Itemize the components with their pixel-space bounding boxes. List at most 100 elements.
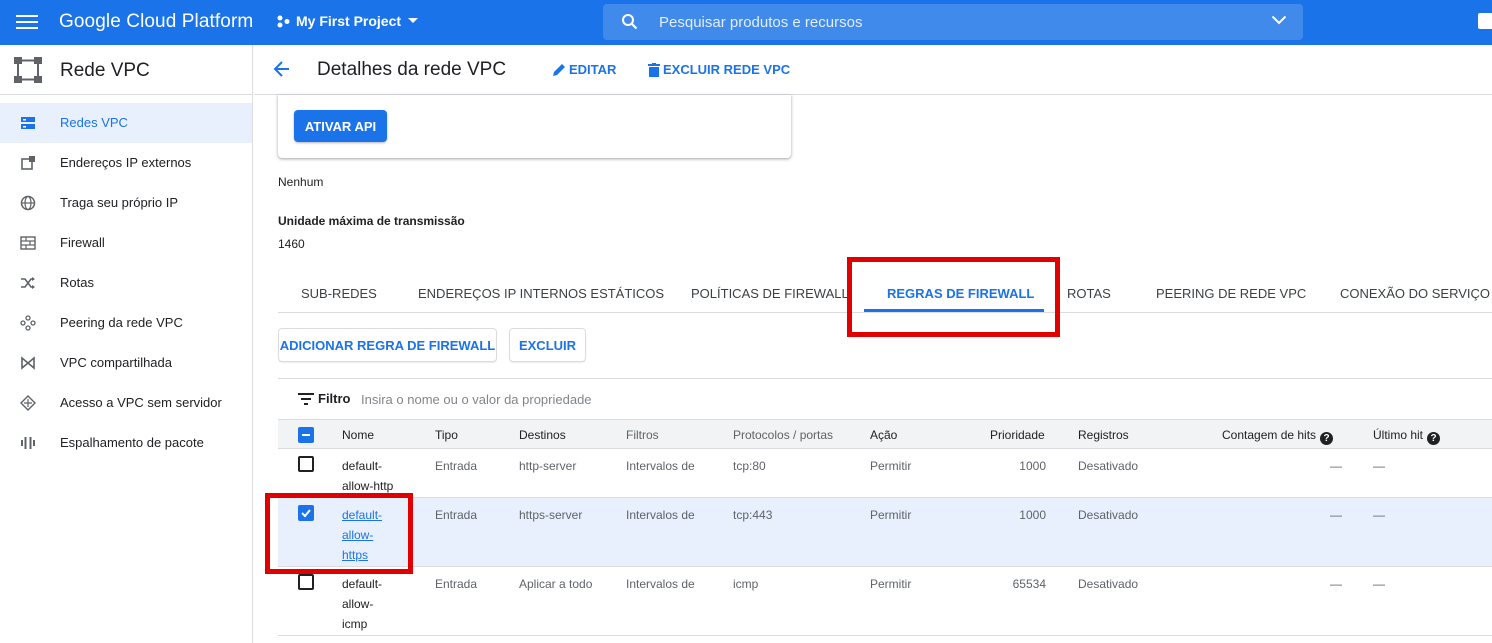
delete-vpc-button-label: EXCLUIR REDE VPC	[663, 62, 791, 77]
search-input[interactable]	[659, 12, 1219, 32]
edit-button[interactable]: EDITAR	[552, 62, 616, 77]
sidebar-item-label: Espalhamento de pacote	[60, 435, 204, 450]
rule-logs: Desativado	[1078, 459, 1139, 473]
packet-mirroring-icon	[21, 437, 35, 449]
header-type[interactable]: Tipo	[435, 428, 458, 442]
project-selector[interactable]: My First Project	[276, 13, 419, 29]
rule-hit-count: —	[1330, 577, 1342, 591]
sidebar-title: Rede VPC	[60, 60, 150, 81]
rule-name[interactable]: default-allow-icmp	[342, 574, 392, 634]
table-row[interactable]: default-allow-icmp Entrada Aplicar a tod…	[278, 567, 1492, 636]
delete-button[interactable]: EXCLUIR	[509, 328, 586, 362]
header-logs[interactable]: Registros	[1078, 428, 1129, 442]
row-checkbox[interactable]	[298, 574, 314, 590]
rule-protocols: tcp:443	[733, 508, 773, 522]
mtu-value: 1460	[278, 237, 305, 251]
rule-type: Entrada	[435, 459, 478, 473]
header-protocols[interactable]: Protocolos / portas	[733, 428, 833, 442]
sidebar: Rede VPC Redes VPC Endereços IP externos…	[0, 45, 253, 643]
tab-firewall-policies[interactable]: POLÍTICAS DE FIREWALL	[691, 286, 849, 301]
select-all-checkbox[interactable]	[298, 427, 314, 443]
filter-label: Filtro	[318, 391, 351, 406]
help-icon[interactable]: ?	[1320, 432, 1334, 445]
external-ip-icon	[21, 156, 35, 170]
sidebar-item-label: Redes VPC	[60, 115, 128, 130]
page-title: Detalhes da rede VPC	[317, 59, 507, 80]
rule-filters: Intervalos de	[626, 508, 695, 522]
table-header: Nome Tipo Destinos Filtros Protocolos / …	[278, 419, 1492, 449]
highlight-box-row	[265, 493, 413, 574]
rule-priority: 65534	[1012, 577, 1046, 591]
hamburger-menu-icon[interactable]	[16, 12, 38, 32]
header-targets[interactable]: Destinos	[519, 428, 566, 442]
pencil-icon	[553, 63, 565, 76]
rule-priority: 1000	[1019, 459, 1046, 473]
search-bar[interactable]	[603, 4, 1303, 40]
cloud-shell-icon[interactable]	[1478, 13, 1492, 29]
rule-hit-count: —	[1330, 459, 1342, 473]
rule-filters: Intervalos de	[626, 577, 695, 591]
header-action[interactable]: Ação	[870, 428, 897, 442]
rule-targets: Aplicar a todo	[519, 577, 593, 591]
vpc-networks-icon	[21, 117, 35, 129]
sidebar-item-external-ip[interactable]: Endereços IP externos	[0, 143, 252, 183]
dropdown-arrow-icon	[408, 18, 419, 23]
header-name[interactable]: Nome	[342, 428, 374, 442]
filter-input[interactable]	[361, 390, 761, 408]
rule-action: Permitir	[870, 508, 912, 522]
rule-logs: Desativado	[1078, 508, 1139, 522]
sidebar-item-label: Traga seu próprio IP	[60, 195, 179, 210]
table-row[interactable]: default-allow-https Entrada https-server…	[278, 498, 1492, 567]
header-last-hit[interactable]: Último hit?	[1373, 428, 1441, 445]
sidebar-item-label: Firewall	[60, 235, 105, 250]
sidebar-item-packet-mirroring[interactable]: Espalhamento de pacote	[0, 423, 252, 463]
none-value: Nenhum	[278, 175, 324, 189]
sidebar-item-label: Rotas	[60, 275, 94, 290]
chevron-down-icon[interactable]	[1271, 15, 1287, 25]
rule-last-hit: —	[1373, 459, 1385, 473]
rule-name[interactable]: default-allow-http	[342, 456, 412, 496]
row-checkbox[interactable]	[298, 456, 314, 472]
header-filters[interactable]: Filtros	[626, 428, 659, 442]
tab-private-service-connection[interactable]: CONEXÃO DO SERVIÇO PA	[1340, 286, 1492, 301]
sidebar-item-label: Peering da rede VPC	[60, 315, 183, 330]
highlight-box-tab	[847, 257, 1060, 337]
back-arrow-icon[interactable]	[272, 59, 292, 79]
sidebar-item-vpc-peering[interactable]: Peering da rede VPC	[0, 303, 252, 343]
header-hit-count[interactable]: Contagem de hits?	[1222, 428, 1334, 445]
rule-protocols: tcp:80	[733, 459, 766, 473]
table-row[interactable]: default-allow-http Entrada http-server I…	[278, 449, 1492, 498]
activate-api-button[interactable]: ATIVAR API	[294, 110, 387, 142]
sidebar-item-routes[interactable]: Rotas	[0, 263, 252, 303]
header-last-hit-label: Último hit	[1373, 428, 1424, 442]
add-firewall-rule-button[interactable]: ADICIONAR REGRA DE FIREWALL	[278, 328, 497, 362]
globe-icon	[20, 195, 36, 211]
tab-vpc-peering[interactable]: PEERING DE REDE VPC	[1156, 286, 1306, 301]
tab-routes[interactable]: ROTAS	[1067, 286, 1111, 301]
help-icon[interactable]: ?	[1427, 432, 1441, 445]
sidebar-item-byoip[interactable]: Traga seu próprio IP	[0, 183, 252, 223]
search-icon	[622, 14, 638, 30]
edit-button-label: EDITAR	[569, 62, 617, 77]
page-header: Detalhes da rede VPC EDITAR EXCLUIR REDE…	[254, 45, 1492, 95]
sidebar-item-serverless-vpc-access[interactable]: Acesso a VPC sem servidor	[0, 383, 252, 423]
mtu-label: Unidade máxima de transmissão	[278, 214, 465, 228]
sidebar-item-vpc-networks[interactable]: Redes VPC	[0, 103, 252, 143]
tab-static-internal-ips[interactable]: ENDEREÇOS IP INTERNOS ESTÁTICOS	[418, 286, 664, 301]
rule-last-hit: —	[1373, 577, 1385, 591]
tab-subnets[interactable]: SUB-REDES	[301, 286, 377, 301]
sidebar-item-label: VPC compartilhada	[60, 355, 172, 370]
serverless-access-icon	[20, 395, 36, 411]
delete-vpc-button[interactable]: EXCLUIR REDE VPC	[648, 62, 790, 77]
header-priority[interactable]: Prioridade	[990, 428, 1045, 442]
brand-title[interactable]: Google Cloud Platform	[59, 11, 253, 33]
sidebar-item-shared-vpc[interactable]: VPC compartilhada	[0, 343, 252, 383]
divider	[278, 378, 1492, 379]
rule-action: Permitir	[870, 459, 912, 473]
rule-targets: https-server	[519, 508, 583, 522]
rule-last-hit: —	[1373, 508, 1385, 522]
sidebar-item-firewall[interactable]: Firewall	[0, 223, 252, 263]
project-dots-icon	[277, 15, 290, 28]
rule-action: Permitir	[870, 577, 912, 591]
sidebar-header: Rede VPC	[0, 45, 252, 95]
